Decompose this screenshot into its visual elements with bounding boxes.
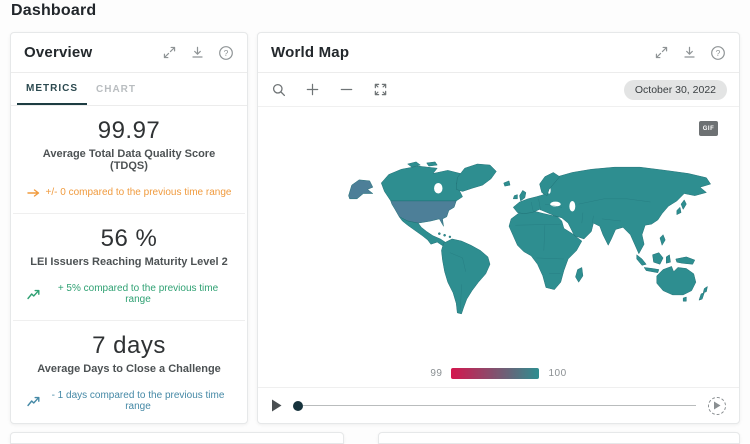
metric-trend-text: +/- 0 compared to the previous time rang… xyxy=(46,187,232,198)
expand-icon[interactable] xyxy=(653,44,670,61)
next-row-panel-left xyxy=(10,432,344,444)
metric-trend: - 1 days compared to the previous time r… xyxy=(27,390,231,412)
timeline-slider[interactable] xyxy=(293,401,696,411)
fullscreen-icon[interactable] xyxy=(372,81,389,98)
expand-icon[interactable] xyxy=(161,44,178,61)
play-icon[interactable] xyxy=(271,399,283,413)
trend-up-icon xyxy=(27,289,40,300)
zoom-in-icon[interactable] xyxy=(304,81,321,98)
legend-max: 100 xyxy=(548,368,566,379)
overview-panel: Overview ? METRICS CHART xyxy=(10,32,248,424)
world-map-title: World Map xyxy=(271,44,349,61)
metric-trend: +/- 0 compared to the previous time rang… xyxy=(25,187,233,198)
metric-value: 56 % xyxy=(27,225,231,253)
metric-trend-text: + 5% compared to the previous time range xyxy=(45,283,231,305)
world-map-actions: ? xyxy=(653,44,726,61)
map-toolbar: October 30, 2022 xyxy=(258,73,739,107)
metric-trend-text: - 1 days compared to the previous time r… xyxy=(45,390,231,412)
zoom-out-icon[interactable] xyxy=(338,81,355,98)
date-badge[interactable]: October 30, 2022 xyxy=(624,80,727,100)
world-map-panel: World Map ? xyxy=(257,32,740,424)
slider-track[interactable] xyxy=(303,405,696,406)
world-map-chart[interactable] xyxy=(338,135,718,345)
download-icon[interactable] xyxy=(681,44,698,61)
slider-handle[interactable] xyxy=(293,401,303,411)
map-tools xyxy=(270,81,389,98)
loop-icon[interactable] xyxy=(708,397,726,415)
overview-title: Overview xyxy=(24,44,92,61)
metric-tdqs: 99.97 Average Total Data Quality Score (… xyxy=(11,106,247,213)
download-icon[interactable] xyxy=(189,44,206,61)
metric-trend: + 5% compared to the previous time range xyxy=(27,283,231,305)
map-region: GIF xyxy=(258,107,739,388)
flat-arrow-icon xyxy=(27,188,41,198)
svg-text:?: ? xyxy=(223,48,228,58)
page-title: Dashboard xyxy=(11,2,96,20)
tab-metrics[interactable]: METRICS xyxy=(17,73,87,105)
world-map-svg xyxy=(338,135,718,345)
gif-export-button[interactable]: GIF xyxy=(699,121,718,136)
overview-actions: ? xyxy=(161,44,234,61)
metric-days-to-close: 7 days Average Days to Close a Challenge… xyxy=(13,320,245,427)
help-icon[interactable]: ? xyxy=(709,44,726,61)
trend-up-icon xyxy=(27,396,40,407)
tab-chart[interactable]: CHART xyxy=(87,73,145,105)
map-legend: 99 100 xyxy=(258,368,739,379)
metric-value: 7 days xyxy=(27,332,231,360)
metric-label: Average Days to Close a Challenge xyxy=(27,363,231,375)
legend-min: 99 xyxy=(430,368,442,379)
search-icon[interactable] xyxy=(270,81,287,98)
overview-tabs: METRICS CHART xyxy=(11,73,247,106)
timeline-player xyxy=(258,388,739,423)
svg-text:?: ? xyxy=(715,48,720,58)
legend-gradient-bar xyxy=(451,368,539,379)
help-icon[interactable]: ? xyxy=(217,44,234,61)
metric-label: LEI Issuers Reaching Maturity Level 2 xyxy=(27,256,231,268)
overview-header: Overview ? xyxy=(11,33,247,73)
metric-lei-issuers: 56 % LEI Issuers Reaching Maturity Level… xyxy=(13,213,245,320)
metric-label: Average Total Data Quality Score (TDQS) xyxy=(25,148,233,172)
world-map-header: World Map ? xyxy=(258,33,739,73)
metric-value: 99.97 xyxy=(25,117,233,145)
next-row-panel-right xyxy=(378,432,740,444)
